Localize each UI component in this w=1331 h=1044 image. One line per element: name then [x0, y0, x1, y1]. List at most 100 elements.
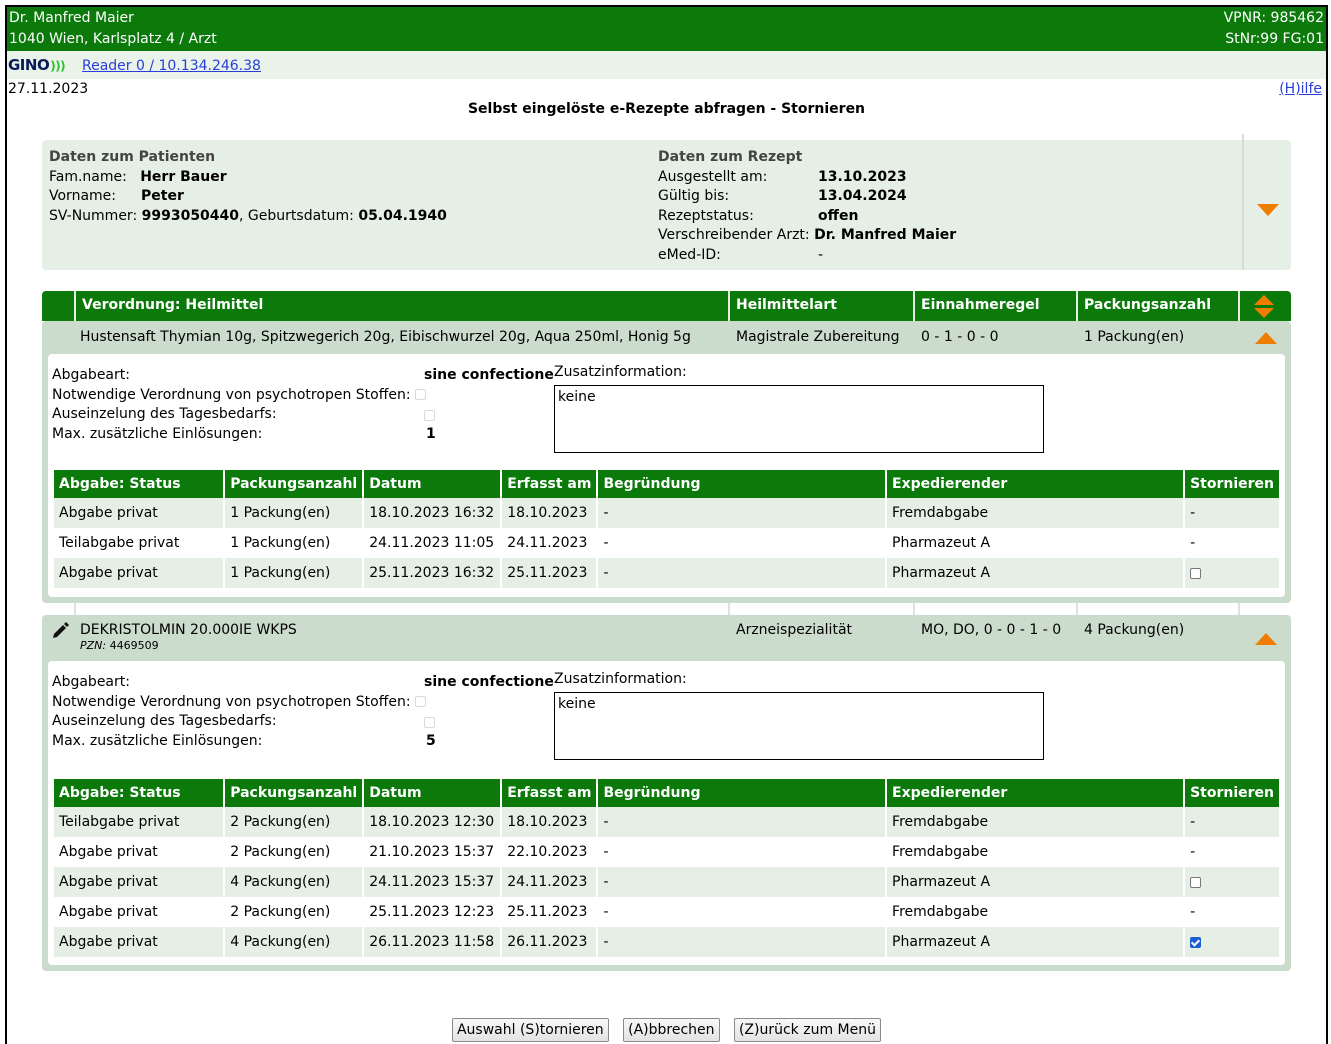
- th-begruendung: Begründung: [597, 779, 888, 807]
- storno-checkbox[interactable]: [1190, 876, 1202, 888]
- header-divider: [913, 291, 915, 321]
- table-row: Teilabgabe privat 1 Packung(en) 24.11.20…: [54, 528, 1279, 558]
- zusatz-box: keine: [554, 692, 1044, 760]
- medication-item-2: DEKRISTOLMIN 20.000IE WKPS PZN: 4469509 …: [42, 615, 1291, 971]
- cell-storno: [1184, 927, 1279, 957]
- col-verordnung: Verordnung: Heilmittel: [82, 297, 264, 313]
- gino-logo: GINO))): [8, 56, 66, 74]
- dispense-header-row: Abgabe: Status Packungsanzahl Datum Erfa…: [54, 470, 1279, 498]
- table-row: Abgabe privat 4 Packung(en) 24.11.2023 1…: [54, 867, 1279, 897]
- collapse-up-icon[interactable]: [1255, 332, 1277, 344]
- cell-datum: 24.11.2023 15:37: [363, 867, 503, 897]
- abgabeart-label: Abgabeart:: [52, 674, 130, 690]
- th-datum: Datum: [363, 779, 503, 807]
- cell-status: Teilabgabe privat: [54, 807, 226, 837]
- geb-label: , Geburtsdatum:: [239, 207, 354, 224]
- rezept-section-title: Daten zum Rezept: [658, 149, 803, 165]
- med-separator: [42, 603, 1291, 615]
- th-storno: Stornieren: [1184, 779, 1279, 807]
- zusatz-box: keine: [554, 385, 1044, 453]
- action-buttons: Auswahl (S)tornieren (A)bbrechen (Z)urüc…: [7, 1018, 1326, 1042]
- dispense-table: Abgabe: Status Packungsanzahl Datum Erfa…: [54, 779, 1279, 957]
- sort-icon[interactable]: [1253, 295, 1275, 319]
- cell-begr: -: [597, 897, 888, 927]
- cell-begr: -: [597, 927, 888, 957]
- cell-erfasst: 18.10.2023: [501, 807, 599, 837]
- stornieren-button[interactable]: Auswahl (S)tornieren: [451, 1018, 609, 1042]
- patient-prescription-panel: Daten zum Patienten Fam.name: Herr Bauer…: [42, 134, 1291, 270]
- cell-exped: Pharmazeut A: [886, 867, 1186, 897]
- med-detail: Abgabeart: Notwendige Verordnung von psy…: [48, 354, 1285, 597]
- collapse-up-icon[interactable]: [1255, 633, 1277, 645]
- max-value: 5: [426, 733, 436, 749]
- cell-datum: 18.10.2023 12:30: [363, 807, 503, 837]
- dispense-header-row: Abgabe: Status Packungsanzahl Datum Erfa…: [54, 779, 1279, 807]
- status-value: offen: [818, 207, 859, 224]
- current-date: 27.11.2023: [8, 81, 89, 97]
- table-row: Abgabe privat 4 Packung(en) 26.11.2023 1…: [54, 927, 1279, 957]
- table-row: Abgabe privat 1 Packung(en) 25.11.2023 1…: [54, 558, 1279, 588]
- cell-begr: -: [597, 807, 888, 837]
- cell-anzahl: 1 Packung(en): [224, 528, 365, 558]
- th-erfasst: Erfasst am: [501, 470, 599, 498]
- abbrechen-button[interactable]: (A)bbrechen: [623, 1018, 720, 1042]
- medication-item-1: Hustensaft Thymian 10g, Spitzwegerich 20…: [42, 321, 1291, 603]
- th-anzahl: Packungsanzahl: [224, 470, 365, 498]
- med-anzahl: 1 Packung(en): [1084, 329, 1185, 345]
- th-exped: Expedierender: [886, 779, 1186, 807]
- cell-erfasst: 24.11.2023: [501, 528, 599, 558]
- cell-exped: Fremdabgabe: [886, 498, 1186, 528]
- arzt-label: Verschreibender Arzt:: [658, 227, 810, 243]
- vorname-value: Peter: [141, 188, 184, 204]
- app-frame: Dr. Manfred Maier 1040 Wien, Karlsplatz …: [5, 5, 1328, 1044]
- cell-datum: 24.11.2023 11:05: [363, 528, 503, 558]
- storno-checkbox-checked[interactable]: [1190, 936, 1202, 948]
- cell-datum: 21.10.2023 15:37: [363, 837, 503, 867]
- cell-begr: -: [597, 498, 888, 528]
- emed-label: eMed-ID:: [658, 246, 721, 263]
- psycho-checkbox: [415, 696, 427, 707]
- cell-begr: -: [597, 867, 888, 897]
- cell-storno: -: [1190, 844, 1196, 860]
- cell-exped: Pharmazeut A: [886, 927, 1186, 957]
- col-einnahmeregel: Einnahmeregel: [921, 297, 1040, 313]
- th-exped: Expedierender: [886, 470, 1186, 498]
- stnr: StNr:99 FG:01: [1225, 31, 1324, 47]
- dispense-table: Abgabe: Status Packungsanzahl Datum Erfa…: [54, 470, 1279, 588]
- cell-status: Teilabgabe privat: [54, 528, 226, 558]
- med-name: DEKRISTOLMIN 20.000IE WKPS: [80, 622, 297, 638]
- ausgestellt-value: 13.10.2023: [818, 168, 907, 185]
- th-anzahl: Packungsanzahl: [224, 779, 365, 807]
- cell-storno: -: [1190, 535, 1196, 551]
- cell-status: Abgabe privat: [54, 498, 226, 528]
- help-link[interactable]: (H)ilfe: [1279, 81, 1322, 97]
- sv-label: SV-Nummer:: [49, 207, 138, 224]
- table-row: Abgabe privat 2 Packung(en) 25.11.2023 1…: [54, 897, 1279, 927]
- abgabeart-label: Abgabeart:: [52, 367, 130, 383]
- famname-value: Herr Bauer: [140, 168, 227, 185]
- reader-link[interactable]: Reader 0 / 10.134.246.38: [82, 58, 261, 74]
- cell-begr: -: [597, 558, 888, 588]
- psycho-label: Notwendige Verordnung von psychotropen S…: [52, 386, 411, 403]
- abgabeart-value: sine confectione: [424, 367, 554, 383]
- cell-erfasst: 25.11.2023: [501, 558, 599, 588]
- abgabeart-value: sine confectione: [424, 674, 554, 690]
- col-packungsanzahl: Packungsanzahl: [1084, 297, 1212, 313]
- cell-storno: -: [1184, 807, 1279, 837]
- cell-begr: -: [597, 528, 888, 558]
- expand-down-icon[interactable]: [1257, 204, 1279, 216]
- page-title: Selbst eingelöste e-Rezepte abfragen - S…: [467, 101, 866, 117]
- storno-checkbox[interactable]: [1190, 567, 1202, 579]
- emed-value: -: [818, 246, 824, 263]
- cell-anzahl: 1 Packung(en): [224, 498, 365, 528]
- zusatz-label: Zusatzinformation:: [554, 671, 687, 687]
- med-regel: MO, DO, 0 - 0 - 1 - 0: [921, 622, 1062, 638]
- table-row: Abgabe privat 1 Packung(en) 18.10.2023 1…: [54, 498, 1279, 528]
- gueltig-value: 13.04.2024: [818, 188, 907, 204]
- famname-label: Fam.name:: [49, 168, 127, 185]
- cell-anzahl: 1 Packung(en): [224, 558, 365, 588]
- cell-anzahl: 4 Packung(en): [224, 867, 365, 897]
- edit-pencil-icon[interactable]: [51, 621, 69, 639]
- zurueck-button[interactable]: (Z)urück zum Menü: [733, 1018, 881, 1042]
- max-label: Max. zusätzliche Einlösungen:: [52, 732, 263, 749]
